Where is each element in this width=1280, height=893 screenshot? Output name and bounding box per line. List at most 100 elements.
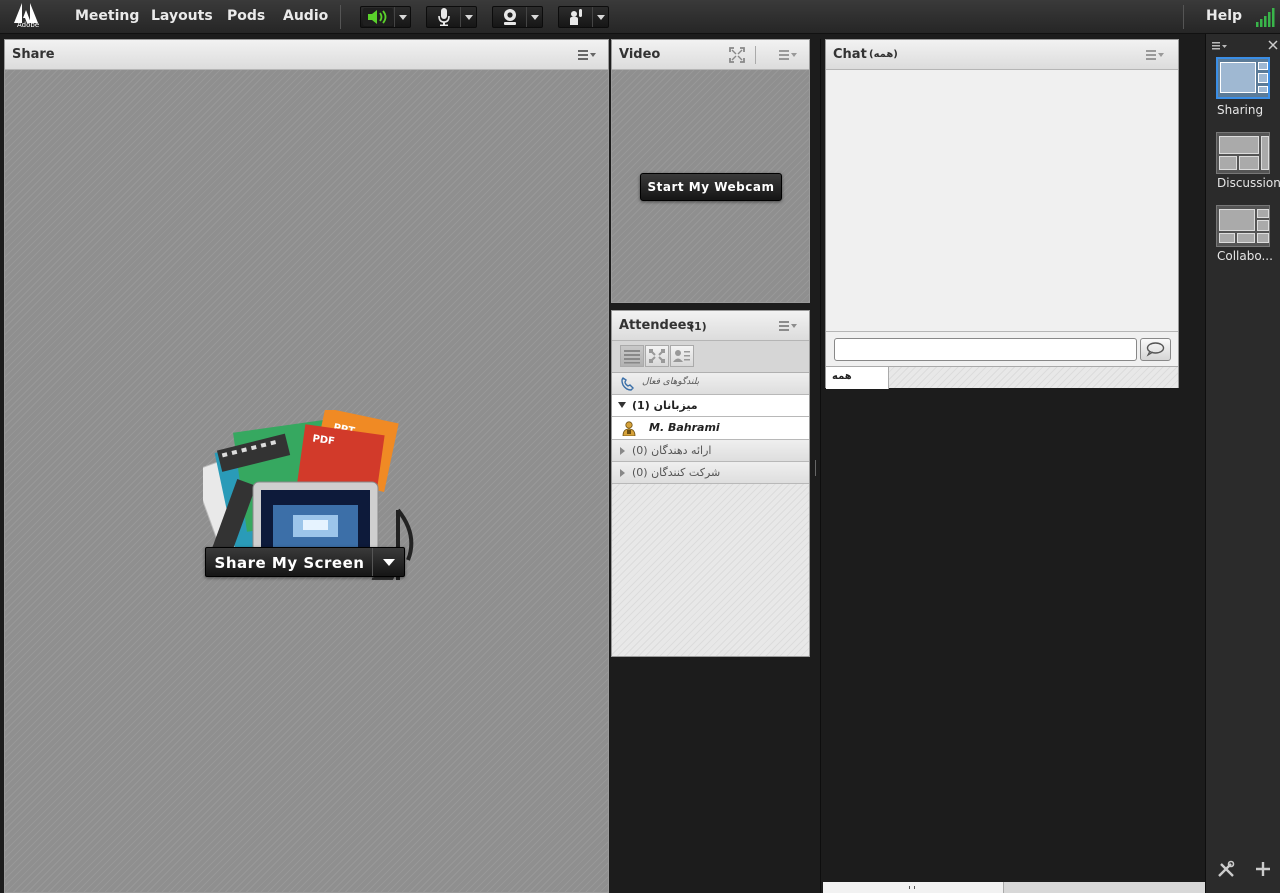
video-pod-title: Video <box>619 47 661 62</box>
header-divider <box>755 46 756 64</box>
chat-pod: Chat (همه) همه <box>825 39 1179 389</box>
menu-pods[interactable]: Pods <box>227 8 265 24</box>
horizontal-scrollbar[interactable] <box>823 882 1205 893</box>
active-speakers-row: بلندگوهای فعال <box>612 373 809 395</box>
participants-label: شرکت کنندگان (0) <box>632 466 720 479</box>
attendee-row[interactable]: M. Bahrami <box>612 417 809 440</box>
video-content-area: Start My Webcam <box>612 70 809 302</box>
hosts-group-row[interactable]: میزبانان (1) <box>612 395 809 417</box>
webcam-dropdown[interactable] <box>526 7 542 27</box>
close-icon[interactable] <box>1268 35 1278 50</box>
attendees-pod-header: Attendees (1) <box>612 311 809 341</box>
presenters-count: (0) <box>632 444 648 457</box>
expand-arrow-icon[interactable] <box>618 402 626 408</box>
share-content-area: PPT PDF <box>5 70 608 892</box>
chevron-down-icon <box>382 558 395 566</box>
fullscreen-icon[interactable] <box>729 47 745 63</box>
layout-label-discussion[interactable]: Discussion <box>1217 176 1280 190</box>
video-pod: Video Start My Webcam <box>611 39 810 303</box>
collapse-arrow-icon[interactable] <box>620 447 625 455</box>
speaker-icon <box>363 8 393 26</box>
menu-layouts[interactable]: Layouts <box>151 8 213 24</box>
presenters-label-text: ارائه دهندگان <box>651 444 712 457</box>
chat-pod-title: Chat <box>833 47 867 62</box>
adobe-connect-window: Adobe Meeting Layouts Pods Audio Help Sh… <box>0 0 1280 893</box>
attendee-name: M. Bahrami <box>649 421 720 434</box>
layout-label-collaboration[interactable]: Collabo... <box>1217 249 1280 263</box>
pod-options-menu-icon[interactable] <box>779 320 797 332</box>
chat-pod-header: Chat (همه) <box>826 40 1178 70</box>
active-speakers-label: بلندگوهای فعال <box>642 377 700 387</box>
webcam-icon <box>495 8 525 26</box>
chevron-down-icon <box>530 14 539 20</box>
webcam-button[interactable] <box>492 6 543 28</box>
collapse-arrow-icon[interactable] <box>620 469 625 477</box>
raise-hand-button[interactable] <box>558 6 609 28</box>
breakout-view-icon[interactable] <box>645 345 669 367</box>
pod-options-menu-icon[interactable] <box>779 49 797 61</box>
pod-resize-handle[interactable] <box>815 460 819 476</box>
chat-tab-everyone[interactable]: همه <box>826 367 889 389</box>
microphone-button[interactable] <box>426 6 477 28</box>
layout-thumb-collaboration[interactable] <box>1216 205 1270 247</box>
video-pod-header: Video <box>612 40 809 70</box>
chat-message-input[interactable] <box>834 338 1137 361</box>
raise-hand-dropdown[interactable] <box>592 7 608 27</box>
menu-meeting[interactable]: Meeting <box>75 8 139 24</box>
share-my-screen-button[interactable]: Share My Screen <box>205 547 405 577</box>
chat-tab-bar: همه <box>826 366 1178 389</box>
participants-count: (0) <box>632 466 648 479</box>
speaker-dropdown[interactable] <box>394 7 410 27</box>
chevron-down-icon <box>464 14 473 20</box>
pod-options-menu-icon[interactable] <box>578 49 596 61</box>
share-my-screen-label: Share My Screen <box>214 554 365 572</box>
share-media-illustration: PPT PDF <box>191 407 418 610</box>
send-message-button[interactable] <box>1140 338 1171 361</box>
top-menu-bar: Adobe Meeting Layouts Pods Audio Help <box>0 0 1280 34</box>
column-divider <box>820 39 821 893</box>
participants-group-row[interactable]: شرکت کنندگان (0) <box>612 462 809 484</box>
layout-thumb-discussion[interactable] <box>1216 132 1270 174</box>
menu-audio[interactable]: Audio <box>283 8 328 24</box>
attendees-view-toolbar <box>612 341 809 373</box>
attendee-status-view-icon[interactable] <box>670 345 694 367</box>
share-pod-header: Share <box>5 40 608 70</box>
speaker-button[interactable] <box>360 6 411 28</box>
chevron-down-icon <box>398 14 407 20</box>
presenters-label: ارائه دهندگان (0) <box>632 444 711 457</box>
speech-bubble-icon <box>1146 342 1165 357</box>
menu-separator <box>340 5 341 29</box>
attendee-list-empty-area <box>612 484 809 656</box>
menu-separator <box>1183 5 1184 29</box>
hosts-label: میزبانان (1) <box>632 399 698 412</box>
list-view-icon[interactable] <box>620 345 644 367</box>
rail-menu-icon[interactable] <box>1212 36 1230 50</box>
attendee-count: (1) <box>689 320 707 333</box>
share-pod: Share PDF Share My Screen <box>4 39 609 893</box>
microphone-icon <box>429 8 459 26</box>
hosts-label-text: میزبانان <box>653 399 698 412</box>
manage-layouts-tools-icon[interactable] <box>1217 860 1235 878</box>
start-webcam-button[interactable]: Start My Webcam <box>640 173 782 201</box>
add-layout-icon[interactable] <box>1255 861 1271 877</box>
menu-help[interactable]: Help <box>1206 8 1242 24</box>
pod-options-menu-icon[interactable] <box>1146 49 1164 61</box>
attendees-pod-title: Attendees <box>619 318 695 333</box>
participants-label-text: شرکت کنندگان <box>651 466 721 479</box>
connection-signal-icon <box>1256 7 1276 27</box>
hosts-count: (1) <box>632 399 650 412</box>
adobe-logo-text: Adobe <box>17 21 40 29</box>
presenters-group-row[interactable]: ارائه دهندگان (0) <box>612 440 809 462</box>
layout-thumb-sharing[interactable] <box>1216 57 1270 99</box>
layout-label-sharing[interactable]: Sharing <box>1217 103 1280 117</box>
microphone-dropdown[interactable] <box>460 7 476 27</box>
attendees-pod: Attendees (1) بلندگوهای فعال میزبانان (1… <box>611 310 810 657</box>
share-pod-title: Share <box>12 47 55 62</box>
host-user-icon <box>621 420 637 437</box>
chevron-down-icon <box>596 14 605 20</box>
chat-messages-area <box>826 70 1178 332</box>
layouts-rail: Sharing Discussion Collabo... <box>1205 34 1280 893</box>
phone-icon <box>620 376 636 392</box>
raise-hand-icon <box>561 8 591 26</box>
share-options-dropdown[interactable] <box>372 548 404 576</box>
